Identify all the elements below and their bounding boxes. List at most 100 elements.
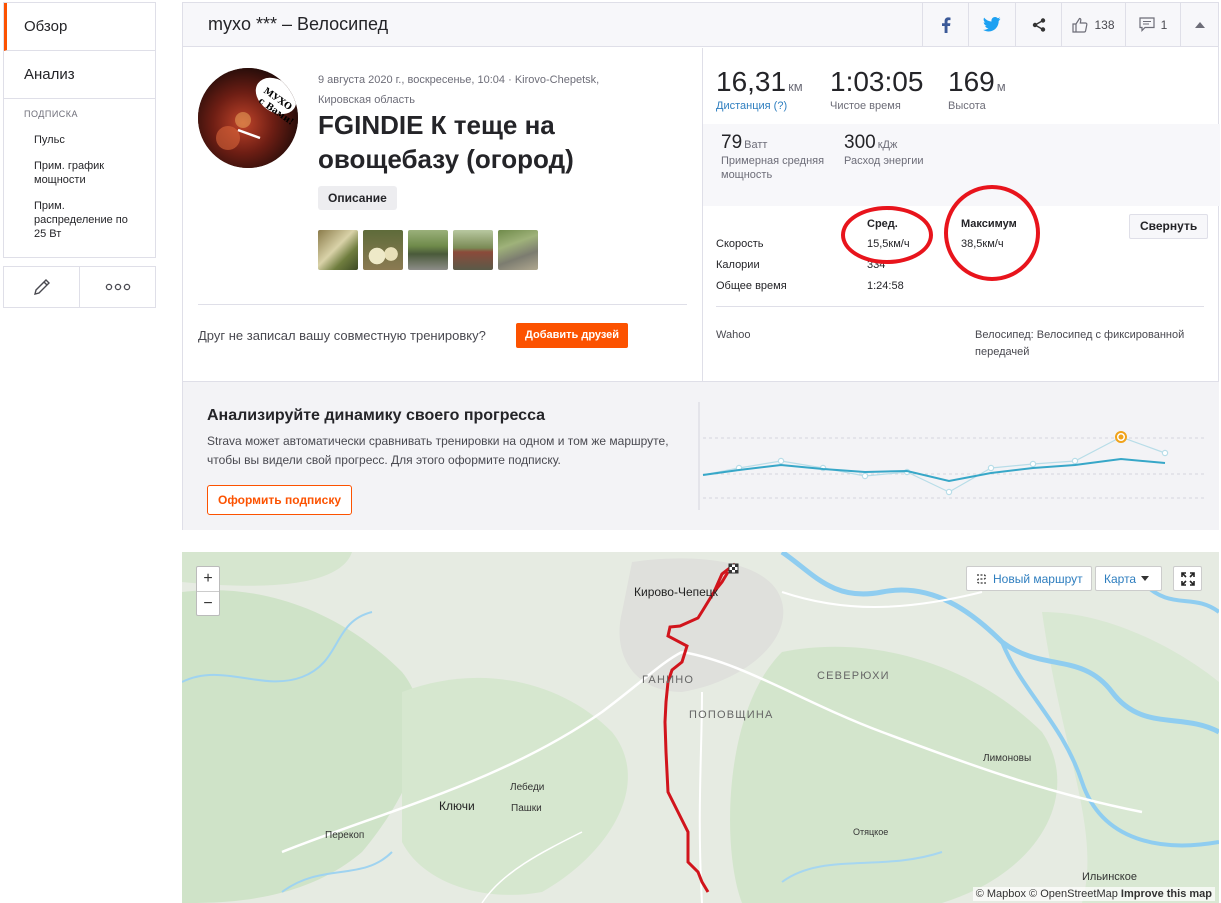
subscription-promo: Анализируйте динамику своего прогресса S…: [183, 381, 1219, 530]
annotation-circle-avg: [841, 206, 933, 264]
share-icon: [1032, 17, 1045, 32]
collapse-button[interactable]: Свернуть: [1129, 214, 1209, 239]
sidebar: Обзор Анализ ПОДПИСКА Пульс Прим. график…: [3, 2, 156, 308]
page-title: myxo *** – Велосипед: [208, 14, 389, 34]
subscription-list: Пульс Прим. график мощности Прим. распре…: [4, 119, 155, 257]
kudos-count: 138: [1094, 17, 1115, 32]
fullscreen-icon: [1180, 571, 1195, 586]
photo-thumbnail[interactable]: [363, 230, 403, 270]
comments-count: 1: [1160, 17, 1168, 32]
map-label-klyuchi: Ключи: [439, 799, 475, 813]
calories-label: Калории: [716, 259, 760, 271]
map-label-pashki: Пашки: [511, 803, 542, 814]
map-label-otyatskoe: Отяцкое: [853, 827, 889, 837]
map-type-select[interactable]: Карта: [1095, 566, 1162, 591]
add-friends-button[interactable]: Добавить друзей: [516, 323, 629, 348]
energy-value: 300: [844, 132, 876, 153]
photo-thumbnail[interactable]: [498, 230, 538, 270]
divider: [716, 306, 1204, 307]
improve-map-link[interactable]: Improve this map: [1121, 888, 1212, 900]
route-map[interactable]: + − Новый маршрут Карта Кирово-Чепецк ГА…: [182, 552, 1219, 903]
photo-strip: [318, 230, 538, 270]
map-label-popovshina: ПОПОВЩИНА: [689, 709, 774, 721]
map-canvas: [182, 552, 1219, 903]
facebook-share-button[interactable]: [922, 2, 968, 47]
route-icon: [976, 573, 987, 584]
annotation-circle-max: [944, 185, 1040, 281]
elevation-value: 169: [948, 66, 995, 97]
photo-thumbnail[interactable]: [408, 230, 448, 270]
zoom-in-button[interactable]: +: [197, 567, 219, 591]
sidebar-item-heart-rate[interactable]: Пульс: [4, 127, 155, 153]
photo-thumbnail[interactable]: [318, 230, 358, 270]
distance-value: 16,31: [716, 66, 787, 97]
facebook-icon: [941, 16, 950, 33]
power-unit: Ватт: [744, 139, 768, 151]
activity-date: 9 августа 2020 г., воскресенье, 10:04 · …: [318, 74, 600, 86]
elapsed-time-value: 1:24:58: [867, 280, 904, 292]
subscribe-button[interactable]: Оформить подписку: [207, 485, 353, 515]
activity-card: myxo *** – Велосипед 138 1 МУХО с Вами! …: [182, 2, 1220, 530]
subscription-header: ПОДПИСКА: [24, 109, 79, 119]
activity-location: Кировская область: [318, 94, 415, 106]
chevron-down-icon: [1141, 576, 1150, 581]
activity-meta: 9 августа 2020 г., воскресенье, 10:04 · …: [318, 70, 648, 110]
pencil-icon: [33, 279, 50, 295]
map-type-label: Карта: [1104, 571, 1137, 586]
kudos-button[interactable]: 138: [1061, 2, 1125, 47]
map-label-limonovy: Лимоновы: [983, 753, 1032, 764]
map-label-lebedi: Лебеди: [510, 782, 545, 793]
share-button[interactable]: [1015, 2, 1061, 47]
edit-button[interactable]: [4, 267, 79, 307]
caret-up-icon: [1194, 21, 1205, 28]
thumbs-up-icon: [1072, 17, 1088, 33]
map-label-city: Кирово-Чепецк: [634, 585, 718, 599]
secondary-stats: 79 Ватт Примерная средняя мощность 300 кДж…: [703, 124, 1220, 206]
sidebar-item-power-distribution[interactable]: Прим. распределение по 25 Вт: [4, 193, 155, 247]
new-route-button[interactable]: Новый маршрут: [966, 566, 1092, 591]
map-label-severyukhi: СЕВЕРЮХИ: [817, 670, 890, 682]
speed-label: Скорость: [716, 238, 764, 250]
activity-stats: 16,31 км Дистанция (?) 1:03:05 Чистое вре…: [702, 48, 1220, 381]
promo-text: Strava может автоматически сравнивать тр…: [207, 434, 669, 467]
sidebar-item-power-curve[interactable]: Прим. график мощности: [4, 153, 155, 193]
device-name: Wahoo: [716, 329, 751, 341]
activity-header: myxo *** – Велосипед 138 1: [183, 2, 1218, 47]
stat-energy: 300 кДж Расход энергии: [844, 132, 949, 168]
zoom-out-button[interactable]: −: [197, 591, 219, 615]
sidebar-nav: Обзор Анализ ПОДПИСКА Пульс Прим. график…: [3, 2, 156, 258]
collapse-header-button[interactable]: [1180, 2, 1218, 47]
map-attribution: © Mapbox © OpenStreetMap Improve this ma…: [972, 887, 1215, 901]
power-label: Примерная средняя мощность: [721, 155, 825, 181]
twitter-share-button[interactable]: [968, 2, 1015, 47]
stat-distance: 16,31 км Дистанция (?): [716, 66, 803, 112]
map-label-ganino: ГАНИНО: [642, 674, 695, 686]
energy-label: Расход энергии: [844, 155, 924, 167]
attribution-text[interactable]: © Mapbox © OpenStreetMap: [976, 888, 1118, 900]
map-label-perekop: Перекоп: [325, 830, 365, 841]
ellipsis-icon: [105, 283, 130, 291]
distance-label[interactable]: Дистанция (?): [716, 100, 803, 112]
promo-title: Анализируйте динамику своего прогресса: [207, 407, 546, 424]
friend-prompt: Друг не записал вашу совместную трениров…: [198, 328, 486, 343]
elevation-label: Высота: [948, 100, 986, 112]
progress-chart-illustration: [698, 402, 1207, 510]
elevation-unit: м: [996, 79, 1006, 94]
moving-time-label: Чистое время: [830, 100, 901, 112]
energy-unit: кДж: [877, 139, 898, 151]
sidebar-actions: [3, 266, 156, 308]
comments-button[interactable]: 1: [1125, 2, 1180, 47]
power-value: 79: [721, 132, 743, 153]
divider: [198, 304, 687, 305]
tab-analysis[interactable]: Анализ: [4, 51, 155, 99]
photo-thumbnail[interactable]: [453, 230, 493, 270]
distance-unit: км: [788, 79, 803, 94]
tab-overview[interactable]: Обзор: [4, 3, 155, 51]
stat-moving-time: 1:03:05 Чистое время: [830, 66, 923, 112]
avatar[interactable]: МУХО с Вами!: [198, 68, 298, 168]
more-button[interactable]: [79, 267, 155, 307]
fullscreen-button[interactable]: [1173, 566, 1202, 591]
description-button[interactable]: Описание: [318, 186, 397, 210]
stat-elevation: 169 м Высота: [948, 66, 1006, 112]
comment-icon: [1139, 17, 1155, 32]
